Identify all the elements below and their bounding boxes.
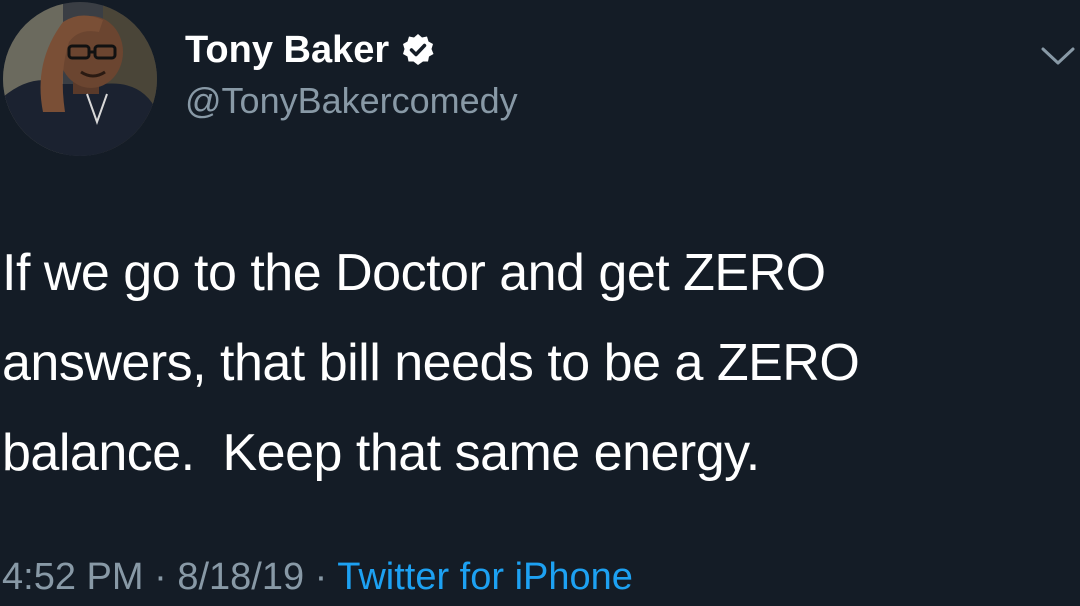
tweet-date[interactable]: 8/18/19 <box>177 556 304 598</box>
tweet-source-link[interactable]: Twitter for iPhone <box>337 556 633 598</box>
tweet-text: If we go to the Doctor and get ZERO answ… <box>2 244 860 482</box>
author-display-name[interactable]: Tony Baker <box>185 29 389 72</box>
author-name-row[interactable]: Tony Baker <box>185 26 435 74</box>
tweet-meta: 4:52 PM · 8/18/19 · Twitter for iPhone <box>2 556 633 599</box>
meta-separator: · <box>315 556 338 598</box>
chevron-down-icon[interactable] <box>1040 44 1076 68</box>
verified-badge-icon <box>401 33 435 67</box>
avatar[interactable] <box>3 2 157 156</box>
tweet-time[interactable]: 4:52 PM <box>2 556 144 598</box>
separator-dot: · <box>154 556 167 598</box>
separator-dot: · <box>314 556 328 598</box>
author-handle[interactable]: @TonyBakercomedy <box>185 80 518 122</box>
avatar-image <box>3 2 157 156</box>
meta-separator: · <box>154 556 177 598</box>
tweet-card: Tony Baker @TonyBakercomedy If we go to … <box>0 0 1080 606</box>
